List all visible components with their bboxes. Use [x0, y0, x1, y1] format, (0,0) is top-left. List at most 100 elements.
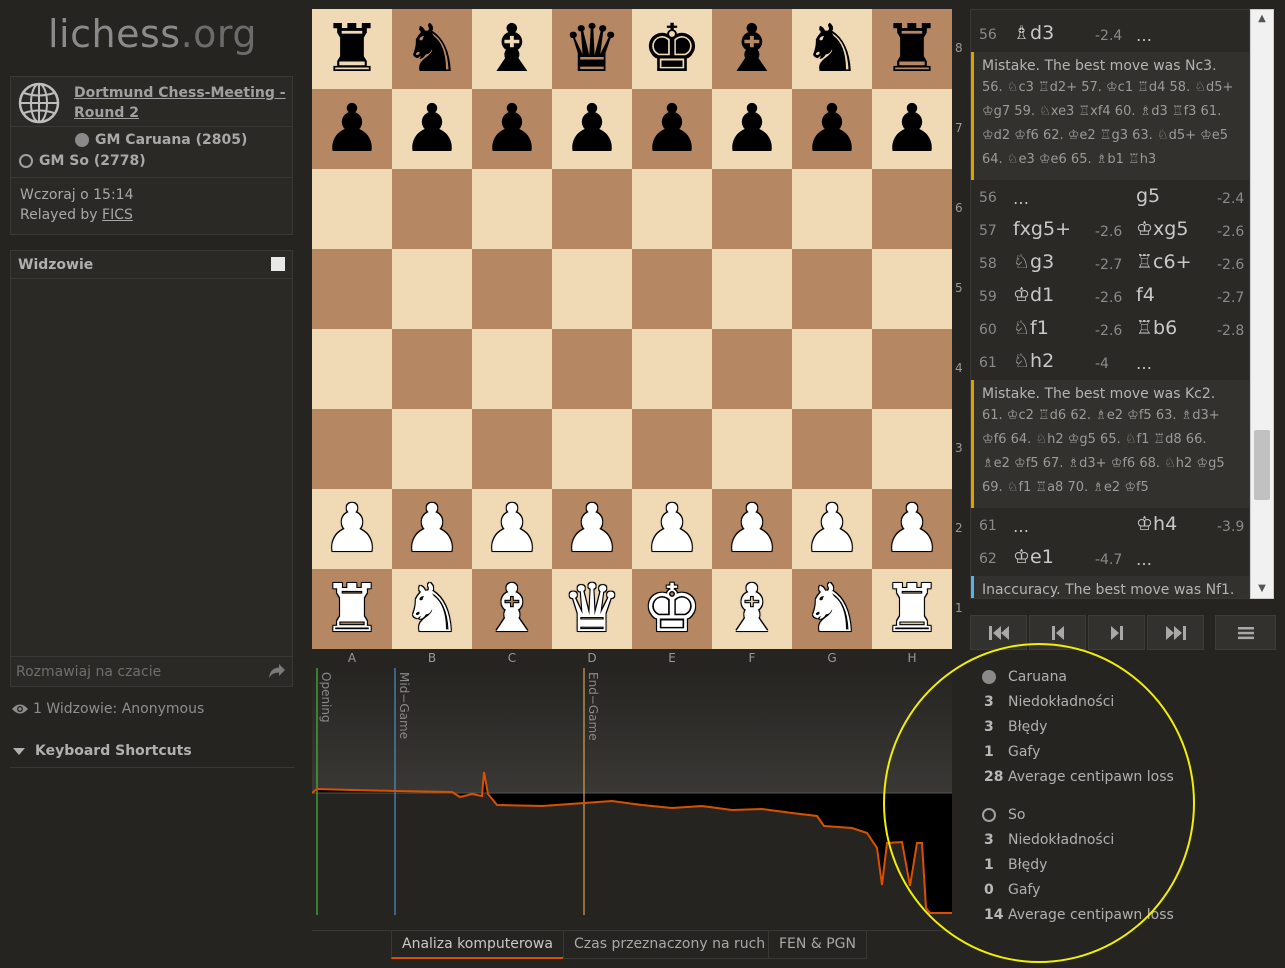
white-piece[interactable]: ♟	[882, 496, 941, 562]
board-square[interactable]: ♟	[392, 489, 472, 569]
board-square[interactable]	[472, 329, 552, 409]
board-square[interactable]: ♟	[312, 489, 392, 569]
board-square[interactable]: ♛	[552, 569, 632, 649]
chat-input[interactable]: Rozmawiaj na czacie	[11, 656, 292, 686]
board-square[interactable]	[872, 249, 952, 329]
board-square[interactable]	[632, 169, 712, 249]
board-square[interactable]	[632, 409, 712, 489]
board-square[interactable]: ♟	[712, 489, 792, 569]
white-piece[interactable]: ♞	[402, 576, 461, 642]
black-piece[interactable]: ♟	[882, 96, 941, 162]
black-piece[interactable]: ♞	[402, 16, 461, 82]
board-square[interactable]	[552, 329, 632, 409]
board-square[interactable]: ♝	[712, 569, 792, 649]
board-square[interactable]: ♟	[392, 89, 472, 169]
board-square[interactable]	[472, 169, 552, 249]
stat-row[interactable]: 3 Niedokładności	[980, 689, 1210, 714]
board-square[interactable]	[792, 249, 872, 329]
board-square[interactable]: ♝	[712, 9, 792, 89]
variation-line[interactable]: 64. ♘e3 ♔e6 65. ♗b1 ♖h3	[982, 148, 1241, 172]
black-move[interactable]: g5	[1136, 185, 1160, 207]
tab-fen-pgn[interactable]: FEN & PGN	[768, 931, 867, 959]
white-piece[interactable]: ♛	[562, 576, 621, 642]
white-move[interactable]: …	[1013, 189, 1029, 208]
keyboard-shortcuts-toggle[interactable]: Keyboard Shortcuts	[10, 743, 295, 768]
black-piece[interactable]: ♟	[562, 96, 621, 162]
relay-link[interactable]: FICS	[102, 207, 133, 223]
move-row[interactable]: 60 ♘f1 -2.6 ♖b6 -2.8	[971, 313, 1249, 346]
board-square[interactable]	[792, 409, 872, 489]
board-square[interactable]: ♟	[472, 89, 552, 169]
board-square[interactable]: ♜	[312, 9, 392, 89]
board-square[interactable]: ♟	[472, 489, 552, 569]
variation-line[interactable]: ♔d2 ♔f6 62. ♔e2 ♖g3 63. ♘d5+ ♔e5	[982, 124, 1241, 148]
white-piece[interactable]: ♜	[322, 576, 381, 642]
next-move-button[interactable]	[1088, 615, 1145, 650]
tab-move-times[interactable]: Czas przeznaczony na ruch	[563, 931, 777, 959]
board-square[interactable]: ♟	[552, 89, 632, 169]
variation-line[interactable]: ♗e2 ♔f5 67. ♗d3+ ♔f6 68. ♘h2 ♔g5	[982, 452, 1241, 476]
move-row[interactable]: 59 ♔d1 -2.6 f4 -2.7	[971, 280, 1249, 313]
board-square[interactable]: ♝	[472, 569, 552, 649]
move-row[interactable]: 61 … ♔h4 -3.9	[971, 509, 1249, 542]
send-icon[interactable]	[268, 663, 286, 679]
board-square[interactable]	[552, 409, 632, 489]
board-square[interactable]	[392, 249, 472, 329]
black-move[interactable]: …	[1136, 26, 1152, 45]
board-square[interactable]: ♟	[712, 89, 792, 169]
scroll-down-icon[interactable]: ▼	[1251, 580, 1273, 598]
chessboard[interactable]: ♜ ♞ ♝ ♛ ♚ ♝ ♞ ♜ ♟ ♟ ♟ ♟ ♟ ♟ ♟ ♟ ♟ ♟ ♟ ♟ ♟ ♟ ♟ ♟ ♜ ♞ ♝ ♛ ♚ ♝ ♞ ♜	[312, 9, 952, 649]
board-square[interactable]	[712, 409, 792, 489]
move-row[interactable]: 56 … g5 -2.4	[971, 181, 1249, 214]
board-square[interactable]	[872, 169, 952, 249]
variation-line[interactable]: 69. ♘f1 ♖a8 70. ♗e2 ♔f5	[982, 476, 1241, 500]
move-row[interactable]: 58 ♘g3 -2.7 ♖c6+ -2.6	[971, 247, 1249, 280]
board-square[interactable]: ♟	[632, 489, 712, 569]
variation-line[interactable]: 56. ♘c3 ♖d2+ 57. ♔c1 ♖d4 58. ♘d5+	[982, 76, 1241, 100]
black-piece[interactable]: ♚	[642, 16, 701, 82]
scroll-up-icon[interactable]: ▲	[1251, 10, 1273, 28]
white-piece[interactable]: ♜	[882, 576, 941, 642]
board-square[interactable]: ♟	[872, 489, 952, 569]
board-square[interactable]: ♜	[872, 569, 952, 649]
white-piece[interactable]: ♟	[482, 496, 541, 562]
white-piece[interactable]: ♟	[722, 496, 781, 562]
board-square[interactable]: ♜	[872, 9, 952, 89]
white-piece[interactable]: ♟	[642, 496, 701, 562]
board-square[interactable]	[312, 409, 392, 489]
board-square[interactable]: ♟	[872, 89, 952, 169]
stat-row[interactable]: 1 Błędy	[980, 852, 1210, 877]
black-piece[interactable]: ♝	[482, 16, 541, 82]
tab-computer-analysis[interactable]: Analiza komputerowa	[391, 931, 564, 959]
board-square[interactable]	[312, 169, 392, 249]
move-list[interactable]: 56 ♗d3 -2.4 … Mistake. The best move was…	[970, 9, 1250, 599]
variation-line[interactable]: ♔g7 59. ♘xe3 ♖xf4 60. ♗d3 ♖f3 61.	[982, 100, 1241, 124]
stat-row[interactable]: 1 Gafy	[980, 739, 1210, 764]
black-move[interactable]: ♔h4	[1136, 513, 1177, 535]
white-move[interactable]: ♘g3	[1013, 251, 1054, 273]
site-logo[interactable]: lichess.org	[48, 12, 257, 56]
black-move[interactable]: f4	[1136, 284, 1155, 306]
board-square[interactable]	[872, 409, 952, 489]
evaluation-chart[interactable]: Opening Mid−Game End−Game	[312, 668, 952, 915]
board-square[interactable]: ♝	[472, 9, 552, 89]
board-square[interactable]: ♜	[312, 569, 392, 649]
board-square[interactable]	[472, 249, 552, 329]
black-piece[interactable]: ♟	[802, 96, 861, 162]
black-piece[interactable]: ♟	[642, 96, 701, 162]
board-square[interactable]	[552, 249, 632, 329]
white-move[interactable]: ♘h2	[1013, 350, 1054, 372]
board-square[interactable]	[792, 329, 872, 409]
board-square[interactable]	[632, 329, 712, 409]
white-move[interactable]: ♗d3	[1013, 22, 1054, 44]
white-move[interactable]: fxg5+	[1013, 218, 1071, 240]
black-piece[interactable]: ♜	[882, 16, 941, 82]
board-square[interactable]	[392, 409, 472, 489]
stat-row[interactable]: 3 Niedokładności	[980, 827, 1210, 852]
black-piece[interactable]: ♞	[802, 16, 861, 82]
black-player[interactable]: GM So (2778)	[19, 153, 146, 169]
black-move[interactable]: ♔xg5	[1136, 218, 1188, 240]
board-square[interactable]: ♛	[552, 9, 632, 89]
board-square[interactable]: ♟	[632, 89, 712, 169]
black-stats-header[interactable]: So	[980, 802, 1210, 827]
